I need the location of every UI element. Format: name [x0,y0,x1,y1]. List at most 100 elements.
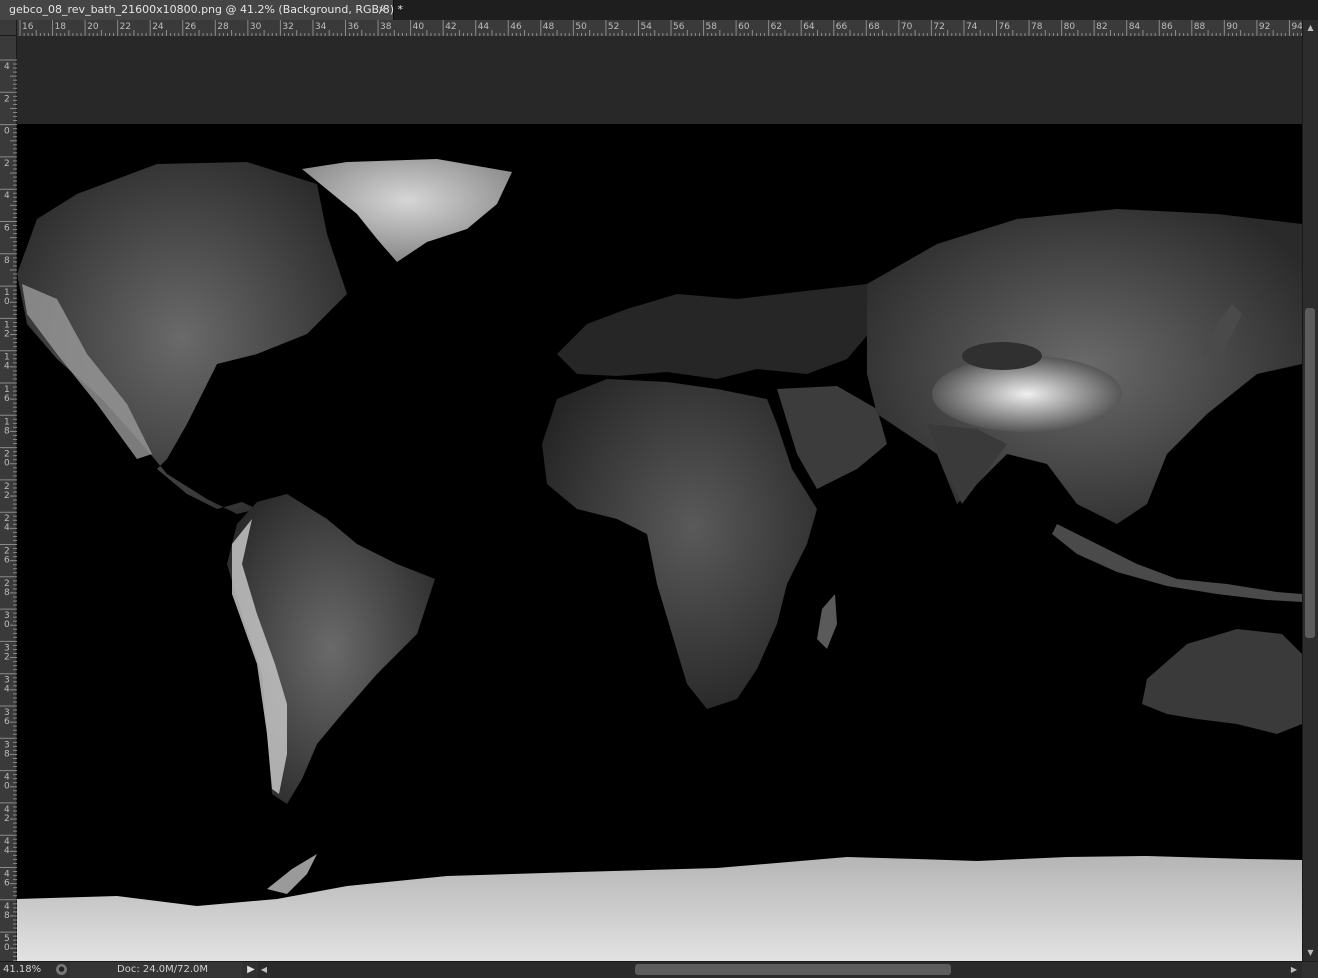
scroll-down-arrow[interactable]: ▼ [1303,946,1318,960]
ruler-label: 4 [4,685,10,695]
antarctic-peninsula [267,854,317,894]
ruler-label: 64 [803,22,815,32]
ruler-label: 2 [4,329,10,339]
ruler-label: 74 [966,22,978,32]
ruler-label: 8 [4,911,10,921]
ruler-label: 0 [4,297,10,307]
ruler-label: 24 [152,22,164,32]
ruler-label: 88 [1194,22,1206,32]
ruler-label: 78 [1031,22,1043,32]
ruler-label: 8 [4,256,10,266]
ruler-label: 38 [380,22,392,32]
tab-bar: gebco_08_rev_bath_21600x10800.png @ 41.2… [0,0,1318,20]
ruler-label: 8 [4,426,10,436]
ruler-label: 82 [1096,22,1107,32]
ruler-label: 84 [1129,22,1141,32]
ruler-label: 2 [4,491,10,501]
ruler-label: 22 [120,22,131,32]
vertical-ruler-ticks: 4202468101214161820222426283032343638404… [0,59,17,961]
ruler-label: 2 [4,652,10,662]
antarctica-landmass [17,856,1302,961]
ruler-label: 56 [673,22,685,32]
status-menu-arrow[interactable]: ▶ [244,962,258,978]
ruler-label: 16 [22,22,34,32]
ruler-label: 4 [4,846,10,856]
horizontal-ruler-ticks: 16 18 20 22 24 26 28 30 32 34 36 38 40 42 44 46 48 50 52 54… [19,20,1302,36]
ruler-label: 66 [836,22,848,32]
scroll-right-arrow[interactable]: ▶ [1288,962,1300,978]
ruler-label: 20 [87,22,99,32]
ruler-label: 80 [1064,22,1076,32]
europe-landmass [557,284,877,379]
ruler-label: 0 [4,127,10,137]
close-icon[interactable]: × [378,0,387,20]
ruler-label: 4 [4,523,10,533]
ruler-label: 6 [4,394,10,404]
vertical-scrollbar[interactable]: ▲ ▼ [1302,20,1318,961]
world-elevation-image [17,124,1302,961]
ruler-label: 0 [4,782,10,792]
ruler-label: 28 [217,22,229,32]
australia-landmass [1142,629,1302,734]
ruler-label: 54 [640,22,652,32]
ruler-label: 26 [185,22,197,32]
ruler-label: 4 [4,362,10,372]
ruler-origin-corner[interactable] [0,20,17,36]
ruler-label: 72 [933,22,944,32]
document-tab[interactable]: gebco_08_rev_bath_21600x10800.png @ 41.2… [0,0,403,20]
ruler-label: 6 [4,879,10,889]
ruler-label: 46 [510,22,522,32]
world-map-graphic [17,159,1302,961]
ruler-label: 2 [4,159,10,169]
scroll-up-arrow[interactable]: ▲ [1303,21,1318,35]
ruler-label: 36 [348,22,360,32]
ruler-label: 70 [901,22,913,32]
document-canvas[interactable] [17,36,1302,961]
ruler-label: 18 [55,22,67,32]
ruler-label: 32 [282,22,293,32]
ruler-label: 42 [445,22,456,32]
status-bar: 41.18% ● Doc: 24.0M/72.0M ▶ ◀ ▶ [0,961,1318,978]
vertical-scroll-thumb[interactable] [1305,308,1315,638]
horizontal-scrollbar[interactable]: ◀ ▶ [258,962,1302,978]
ruler-label: 8 [4,588,10,598]
ruler-label: 6 [4,556,10,566]
ruler-label: 34 [315,22,327,32]
document-size-info: Doc: 24.0M/72.0M [70,962,242,978]
ruler-label: 30 [250,22,262,32]
ruler-label: 0 [4,620,10,630]
ruler-label: 8 [4,749,10,759]
ruler-label: 6 [4,717,10,727]
ruler-label: 86 [1161,22,1173,32]
ruler-label: 6 [4,224,10,234]
vertical-ruler[interactable]: 4202468101214161820222426283032343638404… [0,36,17,961]
ruler-label: 2 [4,94,10,104]
scroll-left-arrow[interactable]: ◀ [258,962,270,978]
ruler-label: 4 [4,191,10,201]
ruler-label: 0 [4,459,10,469]
zoom-level-field[interactable]: 41.18% [3,962,51,978]
greenland-landmass [302,159,512,262]
ruler-label: 0 [4,943,10,953]
ruler-label: 52 [608,22,619,32]
ruler-label: 68 [868,22,880,32]
ruler-label: 94 [1291,22,1302,32]
document-tab-title: gebco_08_rev_bath_21600x10800.png @ 41.2… [9,3,404,16]
ruler-label: 4 [4,62,10,72]
ruler-label: 76 [999,22,1011,32]
ruler-label: 2 [4,814,10,824]
horizontal-ruler[interactable]: 16 18 20 22 24 26 28 30 32 34 36 38 40 42 44 46 48 50 52 54… [17,20,1302,37]
ruler-label: 50 [575,22,587,32]
tibetan-plateau-highlight [932,356,1122,432]
ruler-label: 48 [543,22,555,32]
africa-landmass [542,379,817,709]
horizontal-scroll-thumb[interactable] [635,964,951,975]
southeast-asia-islands [1052,524,1302,602]
ruler-label: 62 [771,22,782,32]
ruler-label: 58 [706,22,718,32]
madagascar-landmass [817,594,837,649]
document-profile-icon[interactable]: ● [56,964,67,975]
ruler-label: 92 [1259,22,1270,32]
ruler-label: 90 [1226,22,1238,32]
ruler-label: 60 [738,22,750,32]
